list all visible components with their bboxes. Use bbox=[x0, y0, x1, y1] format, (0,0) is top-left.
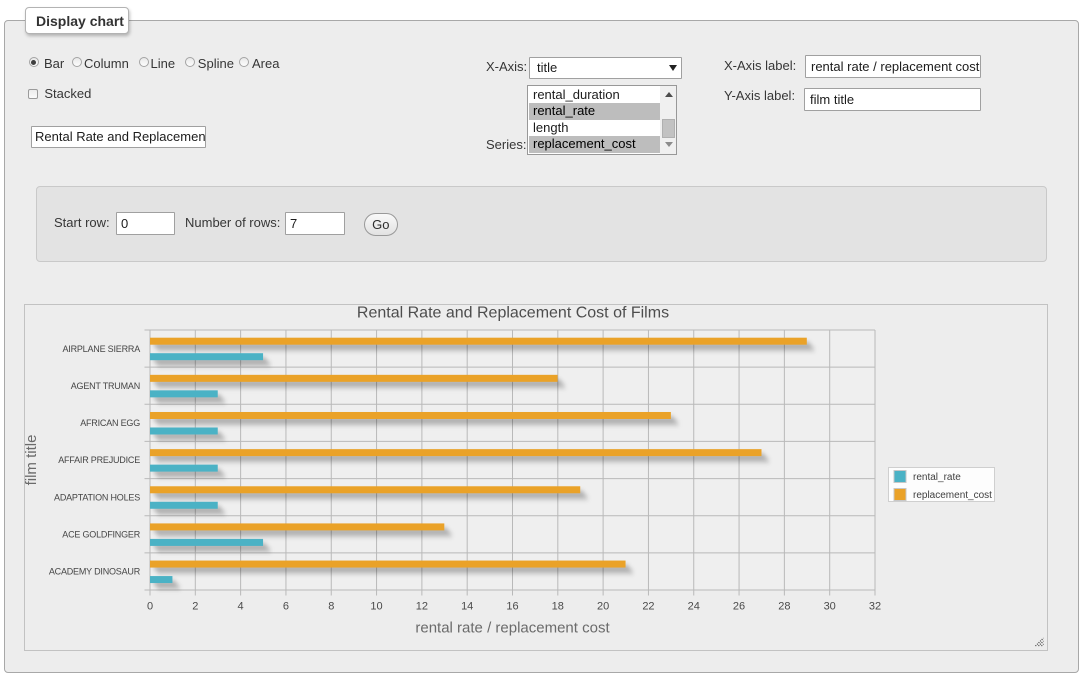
svg-text:ACE GOLDFINGER: ACE GOLDFINGER bbox=[62, 529, 140, 539]
svg-text:20: 20 bbox=[597, 601, 609, 613]
svg-text:ACADEMY DINOSAUR: ACADEMY DINOSAUR bbox=[49, 567, 141, 577]
svg-text:0: 0 bbox=[147, 601, 153, 613]
svg-text:AFFAIR PREJUDICE: AFFAIR PREJUDICE bbox=[58, 455, 140, 465]
svg-text:rental_rate: rental_rate bbox=[913, 472, 961, 483]
svg-text:AGENT TRUMAN: AGENT TRUMAN bbox=[71, 381, 140, 391]
svg-text:6: 6 bbox=[283, 601, 289, 613]
svg-text:replacement_cost: replacement_cost bbox=[913, 490, 992, 501]
svg-text:10: 10 bbox=[370, 601, 382, 613]
svg-text:AIRPLANE SIERRA: AIRPLANE SIERRA bbox=[62, 344, 140, 354]
svg-text:26: 26 bbox=[733, 601, 745, 613]
svg-text:16: 16 bbox=[506, 601, 518, 613]
svg-text:32: 32 bbox=[869, 601, 881, 613]
svg-text:4: 4 bbox=[238, 601, 244, 613]
svg-text:film title: film title bbox=[24, 435, 40, 486]
svg-text:AFRICAN EGG: AFRICAN EGG bbox=[80, 418, 140, 428]
svg-text:2: 2 bbox=[192, 601, 198, 613]
svg-text:12: 12 bbox=[416, 601, 428, 613]
svg-text:28: 28 bbox=[778, 601, 790, 613]
svg-text:ADAPTATION HOLES: ADAPTATION HOLES bbox=[54, 492, 140, 502]
svg-text:18: 18 bbox=[552, 601, 564, 613]
svg-text:Rental Rate and Replacement Co: Rental Rate and Replacement Cost of Film… bbox=[357, 305, 669, 322]
svg-text:30: 30 bbox=[824, 601, 836, 613]
svg-text:24: 24 bbox=[688, 601, 700, 613]
svg-text:22: 22 bbox=[642, 601, 654, 613]
svg-text:8: 8 bbox=[328, 601, 334, 613]
svg-text:rental rate / replacement cost: rental rate / replacement cost bbox=[415, 620, 610, 637]
svg-text:14: 14 bbox=[461, 601, 473, 613]
